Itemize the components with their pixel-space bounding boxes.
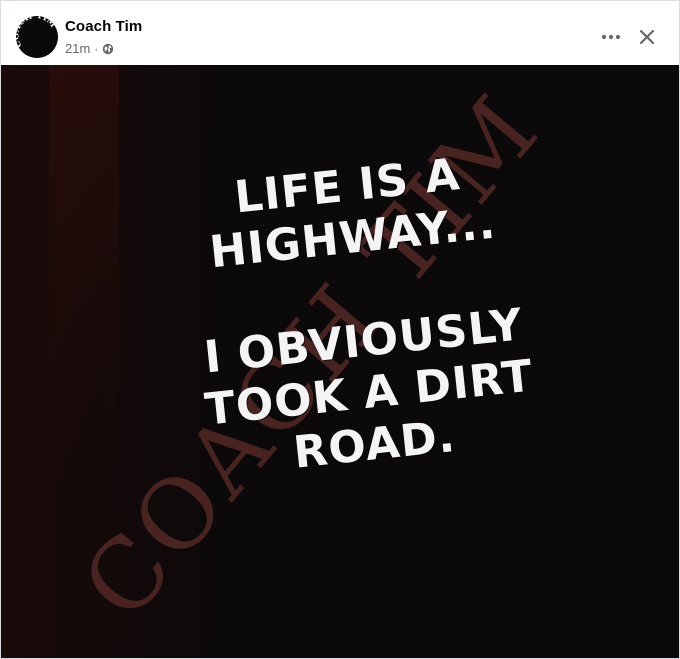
quote-text: LIFE IS A HIGHWAY... I OBVIOUSLY TOOK A … [136,139,586,493]
close-button[interactable] [631,21,663,53]
more-horizontal-icon [601,34,621,40]
post-meta: 21m · [65,41,114,56]
post-image[interactable]: COACH TIM LIFE IS A HIGHWAY... I OBVIOUS… [1,65,679,658]
post-timestamp[interactable]: 21m [65,41,90,56]
close-icon [639,29,655,45]
facebook-post: COACH TIM Coach Tim 21m · [0,0,680,659]
globe-icon[interactable] [102,43,114,55]
author-name[interactable]: Coach Tim [65,18,142,35]
avatar[interactable]: COACH TIM [16,16,58,58]
avatar-logo-icon: COACH TIM [16,16,58,58]
meta-separator: · [94,41,99,56]
post-header: COACH TIM Coach Tim 21m · [1,1,679,65]
more-options-button[interactable] [595,21,627,53]
